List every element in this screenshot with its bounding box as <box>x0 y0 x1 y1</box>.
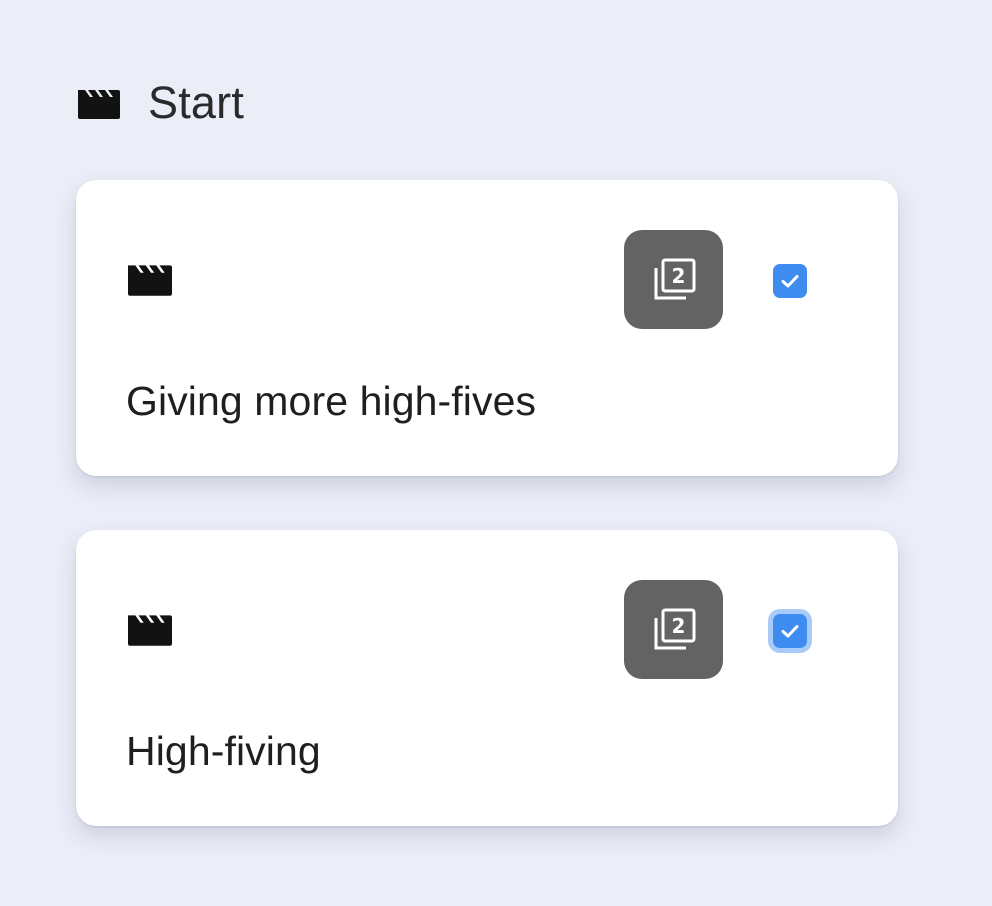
filter-2-icon: 2 <box>654 608 695 649</box>
section-title: Start <box>148 77 245 128</box>
svg-text:2: 2 <box>671 264 685 288</box>
checkmark-icon <box>781 275 799 288</box>
clapperboard-icon <box>128 615 172 646</box>
select-checkbox[interactable] <box>773 264 807 298</box>
svg-text:2: 2 <box>671 614 685 638</box>
card-label: High-fiving <box>126 728 321 774</box>
section-header: Start <box>78 76 244 130</box>
stack-button[interactable]: 2 <box>624 230 723 329</box>
select-checkbox[interactable] <box>773 614 807 648</box>
stack-button[interactable]: 2 <box>624 580 723 679</box>
clapperboard-icon <box>128 265 172 296</box>
filter-2-icon: 2 <box>654 258 695 299</box>
item-card[interactable]: 2 High-fiving <box>76 530 898 826</box>
card-label: Giving more high-fives <box>126 378 537 424</box>
item-card[interactable]: 2 Giving more high-fives <box>76 180 898 476</box>
checkmark-icon <box>781 625 799 638</box>
clapperboard-icon <box>78 90 120 119</box>
